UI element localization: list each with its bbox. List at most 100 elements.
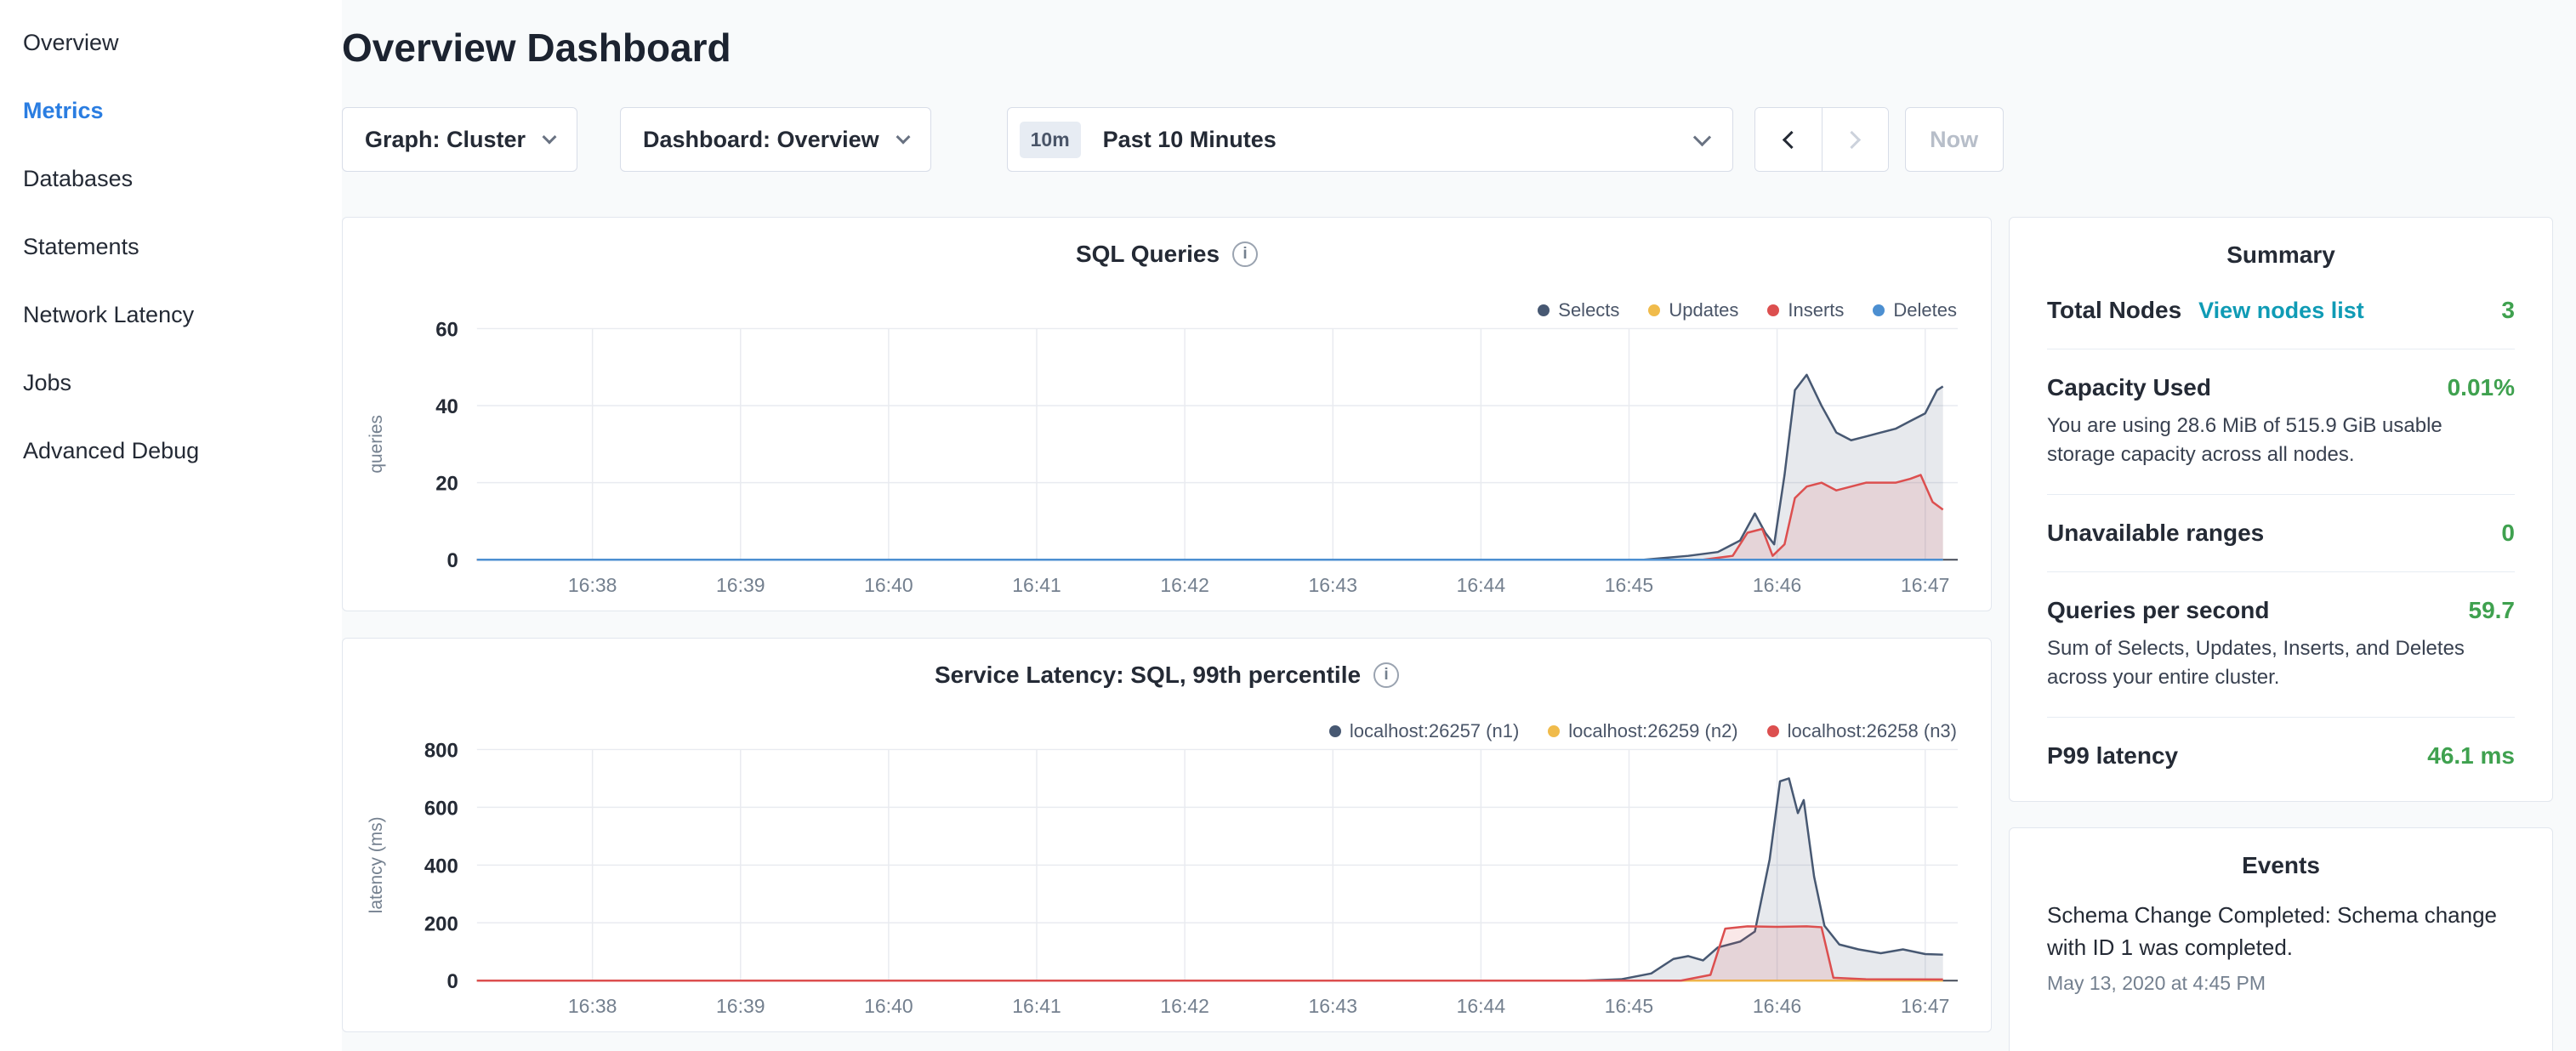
info-icon[interactable]: i <box>1232 241 1258 267</box>
info-icon[interactable]: i <box>1373 662 1399 688</box>
event-text: Schema Change Completed: Schema change w… <box>2047 900 2515 963</box>
legend-item[interactable]: Selects <box>1538 299 1619 321</box>
sidebar-item-databases[interactable]: Databases <box>0 145 342 213</box>
y-axis-label: latency (ms) <box>367 816 386 913</box>
stat-label: Capacity Used <box>2047 374 2211 401</box>
stat-value: 59.7 <box>2469 597 2516 624</box>
stat-description: You are using 28.6 MiB of 515.9 GiB usab… <box>2047 412 2515 469</box>
y-tick-label: 600 <box>424 797 458 820</box>
legend-dot <box>1329 725 1341 737</box>
main-content: Overview Dashboard Graph: Cluster Dashbo… <box>342 0 2576 1051</box>
chevron-down-icon <box>1693 128 1711 146</box>
sidebar-item-network-latency[interactable]: Network Latency <box>0 281 342 349</box>
x-tick-label: 16:45 <box>1605 574 1653 596</box>
x-tick-label: 16:38 <box>568 574 617 596</box>
summary-panel: Summary Total Nodes View nodes list 3 <box>2009 217 2553 802</box>
x-tick-label: 16:43 <box>1309 574 1357 596</box>
legend-label: localhost:26259 (n2) <box>1568 720 1737 742</box>
graph-dropdown-label: Graph: Cluster <box>365 127 526 153</box>
stat-value: 0 <box>2501 520 2515 547</box>
legend-item[interactable]: Deletes <box>1873 299 1957 321</box>
series-area <box>477 375 1943 560</box>
x-tick-label: 16:40 <box>864 574 913 596</box>
x-tick-label: 16:44 <box>1457 574 1506 596</box>
summary-stat-unavailable-ranges: Unavailable ranges 0 <box>2047 494 2515 571</box>
legend-label: Inserts <box>1788 299 1844 321</box>
sql-queries-chart[interactable]: 16:3816:3916:4016:4116:4216:4316:4416:45… <box>343 218 1991 611</box>
service-latency-chart[interactable]: 16:3816:3916:4016:4116:4216:4316:4416:45… <box>343 639 1991 1031</box>
time-forward-button[interactable] <box>1822 108 1888 171</box>
summary-title: Summary <box>2047 241 2515 269</box>
sql-queries-chart-panel: SQL Queries i Selects Updates Inserts Delet… <box>342 217 1992 611</box>
x-tick-label: 16:42 <box>1160 995 1208 1017</box>
x-tick-label: 16:44 <box>1457 995 1506 1017</box>
y-tick-label: 200 <box>424 912 458 935</box>
x-tick-label: 16:45 <box>1605 995 1653 1017</box>
stat-label: P99 latency <box>2047 742 2178 770</box>
chevron-down-icon <box>543 130 557 145</box>
sidebar-item-metrics[interactable]: Metrics <box>0 77 342 145</box>
chart-title-row: SQL Queries i <box>343 241 1991 268</box>
sidebar-item-advanced-debug[interactable]: Advanced Debug <box>0 417 342 485</box>
chart-title: SQL Queries <box>1076 241 1220 268</box>
now-button[interactable]: Now <box>1905 107 2004 172</box>
y-tick-label: 0 <box>447 549 458 572</box>
chart-title: Service Latency: SQL, 99th percentile <box>935 662 1361 689</box>
summary-stat-p99-latency: P99 latency 46.1 ms <box>2047 717 2515 794</box>
legend-dot <box>1873 304 1885 316</box>
event-item[interactable]: Schema Change Completed: Schema change w… <box>2047 900 2515 994</box>
dashboard-dropdown-label: Dashboard: Overview <box>643 127 879 153</box>
summary-stat-total-nodes: Total Nodes View nodes list 3 <box>2047 272 2515 349</box>
legend-dot <box>1767 304 1779 316</box>
x-tick-label: 16:39 <box>716 574 765 596</box>
view-nodes-link[interactable]: View nodes list <box>2198 298 2364 324</box>
legend-item[interactable]: Updates <box>1648 299 1738 321</box>
legend-dot <box>1767 725 1779 737</box>
stat-value: 3 <box>2501 297 2515 324</box>
y-tick-label: 60 <box>435 318 458 341</box>
legend-item[interactable]: localhost:26258 (n3) <box>1767 720 1957 742</box>
x-tick-label: 16:47 <box>1901 995 1949 1017</box>
x-tick-label: 16:39 <box>716 995 765 1017</box>
legend-item[interactable]: Inserts <box>1767 299 1844 321</box>
sidebar-item-overview[interactable]: Overview <box>0 9 342 77</box>
series-area <box>477 475 1943 560</box>
sidebar-item-statements[interactable]: Statements <box>0 213 342 281</box>
stat-label: Queries per second <box>2047 597 2269 624</box>
series-line <box>477 475 1943 560</box>
legend-item[interactable]: localhost:26257 (n1) <box>1329 720 1519 742</box>
legend-dot <box>1548 725 1560 737</box>
sidebar-item-jobs[interactable]: Jobs <box>0 349 342 417</box>
stat-label: Total Nodes <box>2047 297 2181 324</box>
legend-label: Updates <box>1669 299 1738 321</box>
x-tick-label: 16:46 <box>1753 574 1801 596</box>
charts-column: SQL Queries i Selects Updates Inserts Delet… <box>342 217 1992 1051</box>
x-tick-label: 16:41 <box>1012 995 1061 1017</box>
chevron-down-icon <box>896 130 910 145</box>
x-tick-label: 16:40 <box>864 995 913 1017</box>
dashboard-content: SQL Queries i Selects Updates Inserts Delet… <box>342 217 2553 1051</box>
stat-value: 46.1 ms <box>2427 742 2515 770</box>
chevron-left-icon <box>1783 130 1800 148</box>
summary-stat-queries-per-second: Queries per second 59.7 Sum of Selects, … <box>2047 571 2515 717</box>
stat-label: Unavailable ranges <box>2047 520 2264 547</box>
chart-title-row: Service Latency: SQL, 99th percentile i <box>343 662 1991 689</box>
x-tick-label: 16:47 <box>1901 574 1949 596</box>
legend-label: localhost:26257 (n1) <box>1350 720 1519 742</box>
graph-dropdown[interactable]: Graph: Cluster <box>342 107 577 172</box>
chevron-right-icon <box>1843 130 1861 148</box>
y-axis-label: queries <box>367 415 386 474</box>
time-range-selector[interactable]: 10m Past 10 Minutes <box>1007 107 1733 172</box>
page-title: Overview Dashboard <box>342 26 2553 70</box>
legend-dot <box>1538 304 1550 316</box>
x-tick-label: 16:46 <box>1753 995 1801 1017</box>
time-step-button-group <box>1754 107 1889 172</box>
time-range-badge: 10m <box>1020 122 1081 158</box>
dashboard-dropdown[interactable]: Dashboard: Overview <box>620 107 931 172</box>
time-back-button[interactable] <box>1755 108 1822 171</box>
x-tick-label: 16:42 <box>1160 574 1208 596</box>
x-tick-label: 16:38 <box>568 995 617 1017</box>
legend-item[interactable]: localhost:26259 (n2) <box>1548 720 1737 742</box>
app-window: Overview Metrics Databases Statements Ne… <box>0 0 2576 1051</box>
y-tick-label: 0 <box>447 970 458 993</box>
